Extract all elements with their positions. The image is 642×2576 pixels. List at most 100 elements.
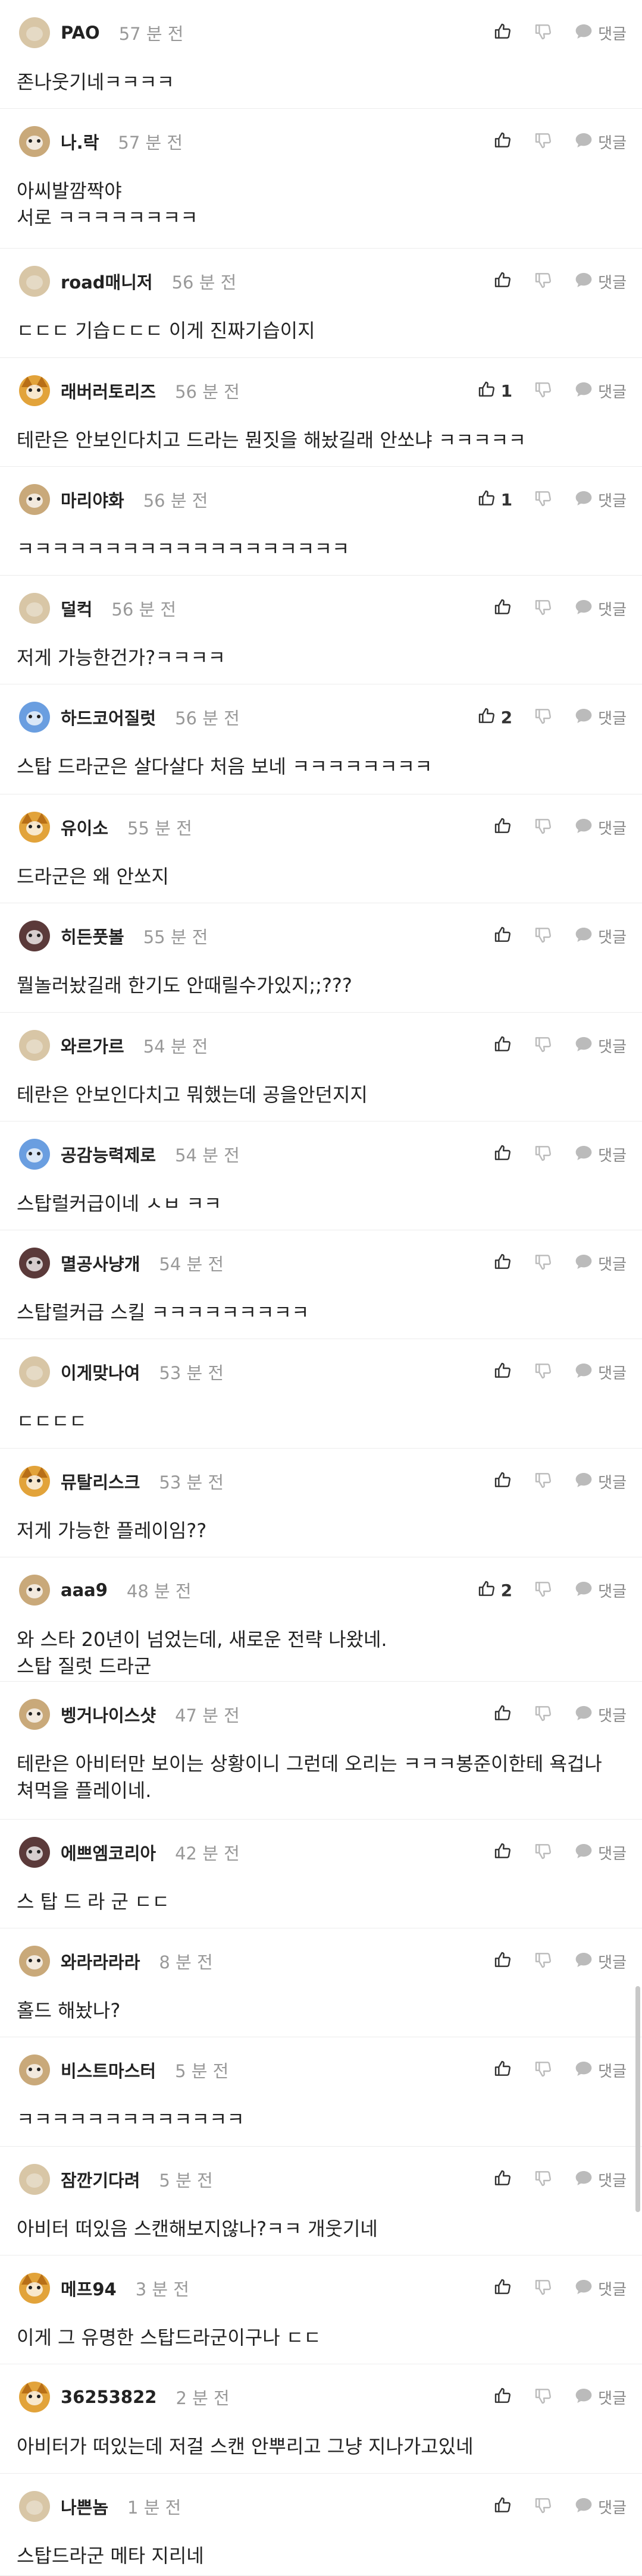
dislike-button[interactable] [534,1579,553,1601]
avatar[interactable] [19,702,50,733]
reply-button[interactable]: 댓글 [574,2169,627,2191]
dislike-button[interactable] [534,706,553,728]
like-button[interactable] [493,2059,512,2081]
reply-button[interactable]: 댓글 [574,2386,627,2408]
like-button[interactable] [493,271,512,292]
like-button[interactable] [493,2277,512,2299]
author-nickname[interactable]: 유이소 [61,815,108,840]
like-button[interactable] [493,1842,512,1863]
dislike-button[interactable] [534,2277,553,2299]
like-button[interactable]: 1 [477,489,512,510]
author-nickname[interactable]: 와라라라라 [61,1949,140,1974]
avatar[interactable] [19,2491,50,2522]
dislike-button[interactable] [534,2169,553,2190]
dislike-button[interactable] [534,2496,553,2517]
author-nickname[interactable]: 와르가르 [61,1033,124,1058]
dislike-button[interactable] [534,380,553,401]
avatar[interactable] [19,2273,50,2304]
reply-button[interactable]: 댓글 [574,489,627,511]
dislike-button[interactable] [534,925,553,947]
like-button[interactable] [493,925,512,947]
avatar[interactable] [19,375,50,406]
avatar[interactable] [19,484,50,515]
like-button[interactable] [493,1704,512,1725]
dislike-button[interactable] [534,22,553,43]
like-button[interactable] [493,816,512,838]
dislike-button[interactable] [534,1361,553,1383]
like-button[interactable] [493,2386,512,2408]
avatar[interactable] [19,1837,50,1868]
like-button[interactable]: 2 [477,1579,512,1601]
reply-button[interactable]: 댓글 [574,1471,627,1493]
reply-button[interactable]: 댓글 [574,22,627,44]
like-button[interactable] [493,22,512,43]
author-nickname[interactable]: 이게맞나여 [61,1359,140,1384]
reply-button[interactable]: 댓글 [574,380,627,402]
avatar[interactable] [19,266,50,297]
author-nickname[interactable]: 마리야화 [61,487,124,512]
avatar[interactable] [19,2382,50,2412]
reply-button[interactable]: 댓글 [574,1842,627,1864]
avatar[interactable] [19,1030,50,1061]
author-nickname[interactable]: road매니저 [61,269,153,294]
reply-button[interactable]: 댓글 [574,816,627,838]
reply-button[interactable]: 댓글 [574,1704,627,1726]
dislike-button[interactable] [534,2386,553,2408]
reply-button[interactable]: 댓글 [574,1252,627,1274]
avatar[interactable] [19,593,50,624]
dislike-button[interactable] [534,1704,553,1725]
reply-button[interactable]: 댓글 [574,1144,627,1166]
avatar[interactable] [19,17,50,48]
dislike-button[interactable] [534,598,553,619]
like-button[interactable]: 2 [477,706,512,728]
avatar[interactable] [19,812,50,843]
reply-button[interactable]: 댓글 [574,1035,627,1057]
author-nickname[interactable]: 잠깐기다려 [61,2167,140,2192]
reply-button[interactable]: 댓글 [574,598,627,620]
avatar[interactable] [19,1699,50,1730]
author-nickname[interactable]: 벵거나이스샷 [61,1702,156,1727]
reply-button[interactable]: 댓글 [574,2496,627,2518]
like-button[interactable] [493,1144,512,1165]
author-nickname[interactable]: 하드코어질럿 [61,705,156,730]
avatar[interactable] [19,1248,50,1278]
author-nickname[interactable]: 래버러토리즈 [61,378,156,403]
author-nickname[interactable]: 나쁜놈 [61,2494,108,2519]
like-button[interactable] [493,2169,512,2190]
avatar[interactable] [19,1356,50,1387]
avatar[interactable] [19,2164,50,2195]
like-button[interactable] [493,1361,512,1383]
reply-button[interactable]: 댓글 [574,925,627,947]
author-nickname[interactable]: 히든풋볼 [61,923,124,948]
like-button[interactable]: 1 [477,380,512,401]
like-button[interactable] [493,1471,512,1492]
scrollbar[interactable] [635,1986,640,2212]
avatar[interactable] [19,126,50,157]
author-nickname[interactable]: 에쁘엠코리아 [61,1840,156,1865]
avatar[interactable] [19,2054,50,2085]
dislike-button[interactable] [534,1471,553,1492]
like-button[interactable] [493,1950,512,1972]
author-nickname[interactable]: 비스트마스터 [61,2057,156,2082]
reply-button[interactable]: 댓글 [574,1579,627,1601]
dislike-button[interactable] [534,271,553,292]
like-button[interactable] [493,1035,512,1056]
author-nickname[interactable]: PAO [61,23,100,43]
reply-button[interactable]: 댓글 [574,2277,627,2299]
dislike-button[interactable] [534,489,553,510]
author-nickname[interactable]: 멸공사냥개 [61,1251,140,1276]
author-nickname[interactable]: 36253822 [61,2387,156,2407]
reply-button[interactable]: 댓글 [574,1361,627,1383]
avatar[interactable] [19,1946,50,1977]
like-button[interactable] [493,1252,512,1274]
avatar[interactable] [19,921,50,951]
author-nickname[interactable]: 덜컥 [61,596,92,621]
author-nickname[interactable]: 메프94 [61,2276,117,2301]
like-button[interactable] [493,598,512,619]
like-button[interactable] [493,131,512,152]
author-nickname[interactable]: 나.락 [61,129,99,154]
reply-button[interactable]: 댓글 [574,706,627,728]
reply-button[interactable]: 댓글 [574,131,627,153]
author-nickname[interactable]: 뮤탈리스크 [61,1469,140,1494]
dislike-button[interactable] [534,1252,553,1274]
